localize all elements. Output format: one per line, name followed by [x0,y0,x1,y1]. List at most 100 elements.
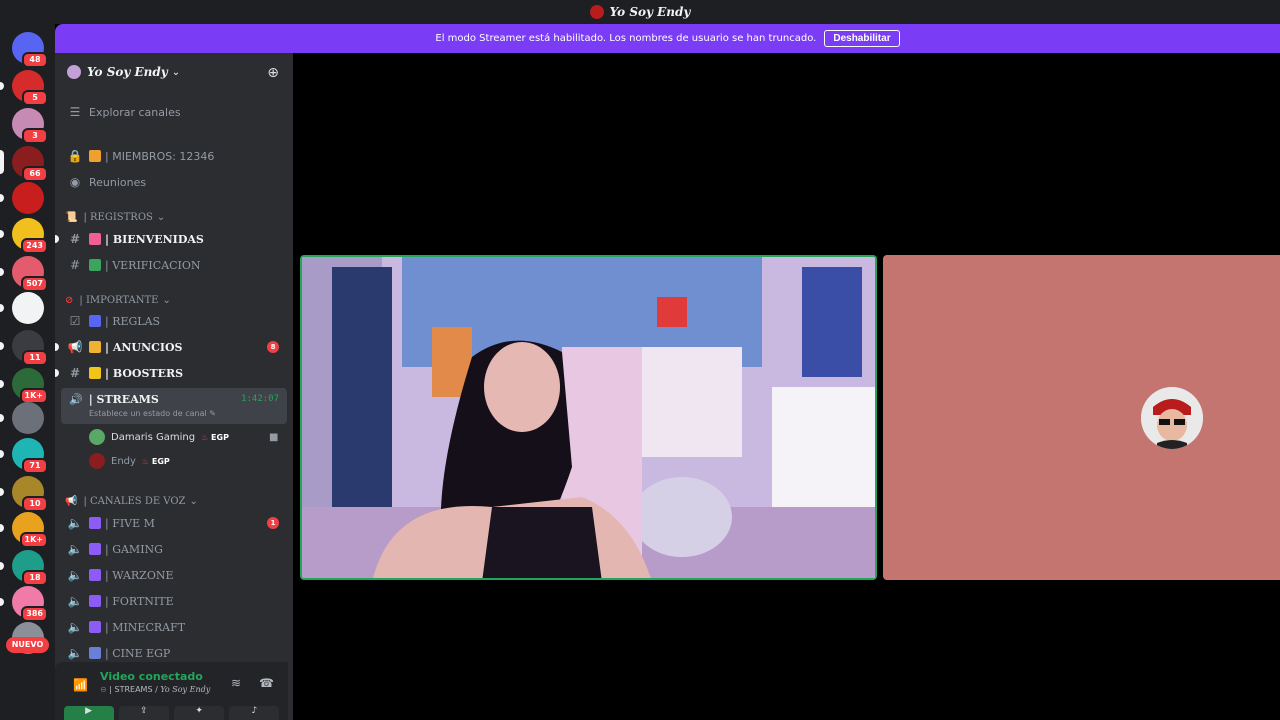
voice-channel-path: ⊖ | STREAMS / Yo Soy Endy [100,685,211,694]
invader-emoji-icon [89,543,101,555]
channel-boosters[interactable]: # | BOOSTERS [55,360,287,386]
no-entry-icon: ⊘ [65,294,74,306]
voice-user-damaris[interactable]: Damaris Gaming ♨ EGP ■ [89,426,278,448]
guild-icon[interactable]: 507 [0,256,48,292]
voice-connection-panel: 📶 Video conectado ⊖ | STREAMS / Yo Soy E… [55,662,288,720]
guild-icon[interactable]: 18 [0,550,48,586]
invader-emoji-icon [89,569,101,581]
lock-icon: 🔒 [67,149,83,163]
scroll-icon: 📜 [65,211,78,223]
speaker-icon: 🔈 [67,542,83,556]
explore-channels[interactable]: ☰ Explorar canales [61,99,287,125]
user-tag: ♨ EGP [201,432,229,442]
guild-icon[interactable]: 3 [12,108,48,144]
mention-badge: 1 [267,517,279,529]
invite-people-icon[interactable]: ⊕ [267,65,279,81]
server-logo-icon [589,5,604,19]
voice-user-endy[interactable]: Endy ♨ EGP [89,450,170,472]
direct-messages-icon[interactable]: 48 [12,32,48,68]
check-emoji-icon [89,259,101,271]
guild-icon[interactable]: 11 [0,330,48,366]
channel-fivem[interactable]: 🔈 | FIVE M 1 [61,510,287,536]
stream-timer: 1:42:07 [241,394,279,404]
guild-icon[interactable] [0,182,44,214]
channel-anuncios[interactable]: 📢 | ANUNCIOS 8 [55,334,287,360]
guild-icon[interactable]: 71 [0,438,48,474]
voice-video-icon: 🔊 [69,393,83,406]
camera-button[interactable]: ▶ [63,706,114,720]
guild-icon[interactable]: 66 [0,146,48,182]
people-emoji-icon [89,150,101,162]
channel-gaming[interactable]: 🔈 | GAMING [61,536,287,562]
guild-icon[interactable]: 5 [0,70,48,106]
channel-sidebar: Yo Soy Endy ⌄ ⊕ ☰ Explorar canales 🔒 | M… [55,53,293,720]
speaker-icon: 🔈 [67,620,83,634]
megaphone-icon: 📢 [65,495,78,507]
channel-status-hint[interactable]: Establece un estado de canal ✎ [89,409,216,418]
channel-meetings[interactable]: ◉ Reuniones [61,169,287,195]
disable-streamer-button[interactable]: Deshabilitar [824,30,900,47]
noise-suppression-icon[interactable]: ≋ [231,676,241,690]
invader-emoji-icon [89,595,101,607]
soundboard-button[interactable]: ♪ [229,706,280,720]
flame-icon: ♨ [141,456,150,466]
guild-icon[interactable] [0,402,44,434]
streamer-mode-banner: El modo Streamer está habilitado. Los no… [55,24,1280,53]
channel-reglas[interactable]: ☑ | REGLAS [61,308,287,334]
screen-share-button[interactable]: ⇪ [118,706,169,720]
stream-video-frame [302,257,875,578]
chevron-down-icon: ⌄ [162,294,171,306]
hashtag-icon: # [69,258,81,272]
heart-emoji-icon [89,233,101,245]
book-emoji-icon [89,315,101,327]
guild-icon[interactable]: 1K+ [0,368,48,404]
chevron-down-icon: ⌄ [171,66,181,78]
explore-label: Explorar canales [89,105,181,119]
title-bar: Yo Soy Endy [0,0,1280,24]
activities-button[interactable]: ✦ [174,706,225,720]
category-registros[interactable]: 📜 | REGISTROS ⌄ [65,208,165,226]
invader-emoji-icon [89,621,101,633]
video-tile-endy[interactable] [883,255,1280,580]
chevron-down-icon: ⌄ [156,211,166,223]
mention-badge: 8 [267,341,279,353]
channel-bienvenidas[interactable]: # | BIENVENIDAS [55,226,287,252]
voice-actions: ▶ ⇪ ✦ ♪ [55,706,288,720]
unread-indicator [55,369,59,377]
window-title: Yo Soy Endy [609,5,691,19]
user-tag: ♨ EGP [141,456,170,466]
stage-icon: ◉ [69,175,81,189]
category-voz[interactable]: 📢 | CANALES DE VOZ ⌄ [65,492,198,510]
banner-text: El modo Streamer está habilitado. Los no… [435,33,817,44]
disconnect-icon[interactable]: ☎ [259,676,274,690]
video-stage [293,53,1280,720]
signal-icon[interactable]: 📶 [73,678,88,692]
channel-verificacion[interactable]: # | VERIFICACION [61,252,287,278]
category-importante[interactable]: ⊘ | IMPORTANTE ⌄ [65,291,171,309]
server-header[interactable]: Yo Soy Endy ⌄ ⊕ [55,53,293,91]
channel-streams[interactable]: 🔊 | STREAMS 1:42:07 Establece un estado … [61,388,287,424]
chevron-down-icon: ⌄ [189,495,198,507]
megaphone-icon: 📢 [67,340,83,354]
guild-icon[interactable]: 243 [0,218,48,254]
unread-indicator [55,235,59,243]
unread-indicator [55,343,59,351]
channel-fortnite[interactable]: 🔈 | FORTNITE [61,588,287,614]
channel-minecraft[interactable]: 🔈 | MINECRAFT [61,614,287,640]
hashtag-icon: # [69,232,81,246]
video-tile-damaris[interactable] [300,255,877,580]
voice-status[interactable]: Video conectado [100,670,203,683]
speaker-icon: 🔈 [67,594,83,608]
guild-icon[interactable]: 10 [0,476,48,512]
no-entry-icon: ⊖ [100,685,107,694]
guild-icon[interactable] [0,292,44,324]
new-badge: NUEVO [6,637,49,653]
guild-icon[interactable]: 386 [0,586,48,622]
avatar [89,429,105,445]
camera-icon: ■ [269,431,279,443]
guild-icon[interactable]: 1K+ [0,512,48,548]
channel-warzone[interactable]: 🔈 | WARZONE [61,562,287,588]
channel-members[interactable]: 🔒 | MIEMBROS: 12346 [61,143,287,169]
user-avatar-image [1141,387,1203,449]
invader-emoji-icon [89,517,101,529]
